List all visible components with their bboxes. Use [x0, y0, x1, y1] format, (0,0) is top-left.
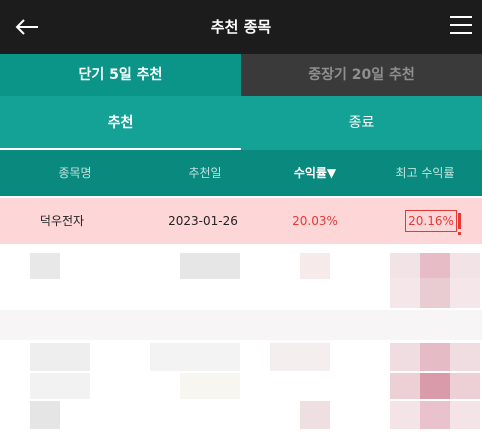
column-max-return: 최고 수익률: [395, 166, 455, 180]
page-title: 추천 종목: [210, 18, 272, 36]
period-selector: 단기 5일 추천 중장기 20일 추천: [0, 54, 482, 96]
table-header: 종목명 추천일 수익률▼ 최고 수익률: [0, 150, 482, 196]
tab-long-term[interactable]: 중장기 20일 추천: [241, 54, 482, 96]
column-name: 종목명: [58, 166, 92, 180]
blurred-rows: [0, 248, 482, 439]
top-bar: 추천 종목: [0, 0, 482, 54]
max-return-cell: 20.16%: [356, 198, 482, 244]
table-row[interactable]: 덕우전자 2023-01-26 20.03% 20.16%: [0, 198, 482, 244]
max-return-value: 20.16%: [405, 210, 457, 232]
status-tabs: 추천 종료: [0, 96, 482, 150]
stock-name: 덕우전자: [39, 214, 85, 228]
alert-icon: [458, 213, 461, 235]
hamburger-menu-icon[interactable]: [450, 16, 472, 36]
tab-short-term[interactable]: 단기 5일 추천: [0, 54, 241, 96]
tab-recommended[interactable]: 추천: [0, 96, 241, 150]
tab-closed[interactable]: 종료: [241, 96, 482, 150]
